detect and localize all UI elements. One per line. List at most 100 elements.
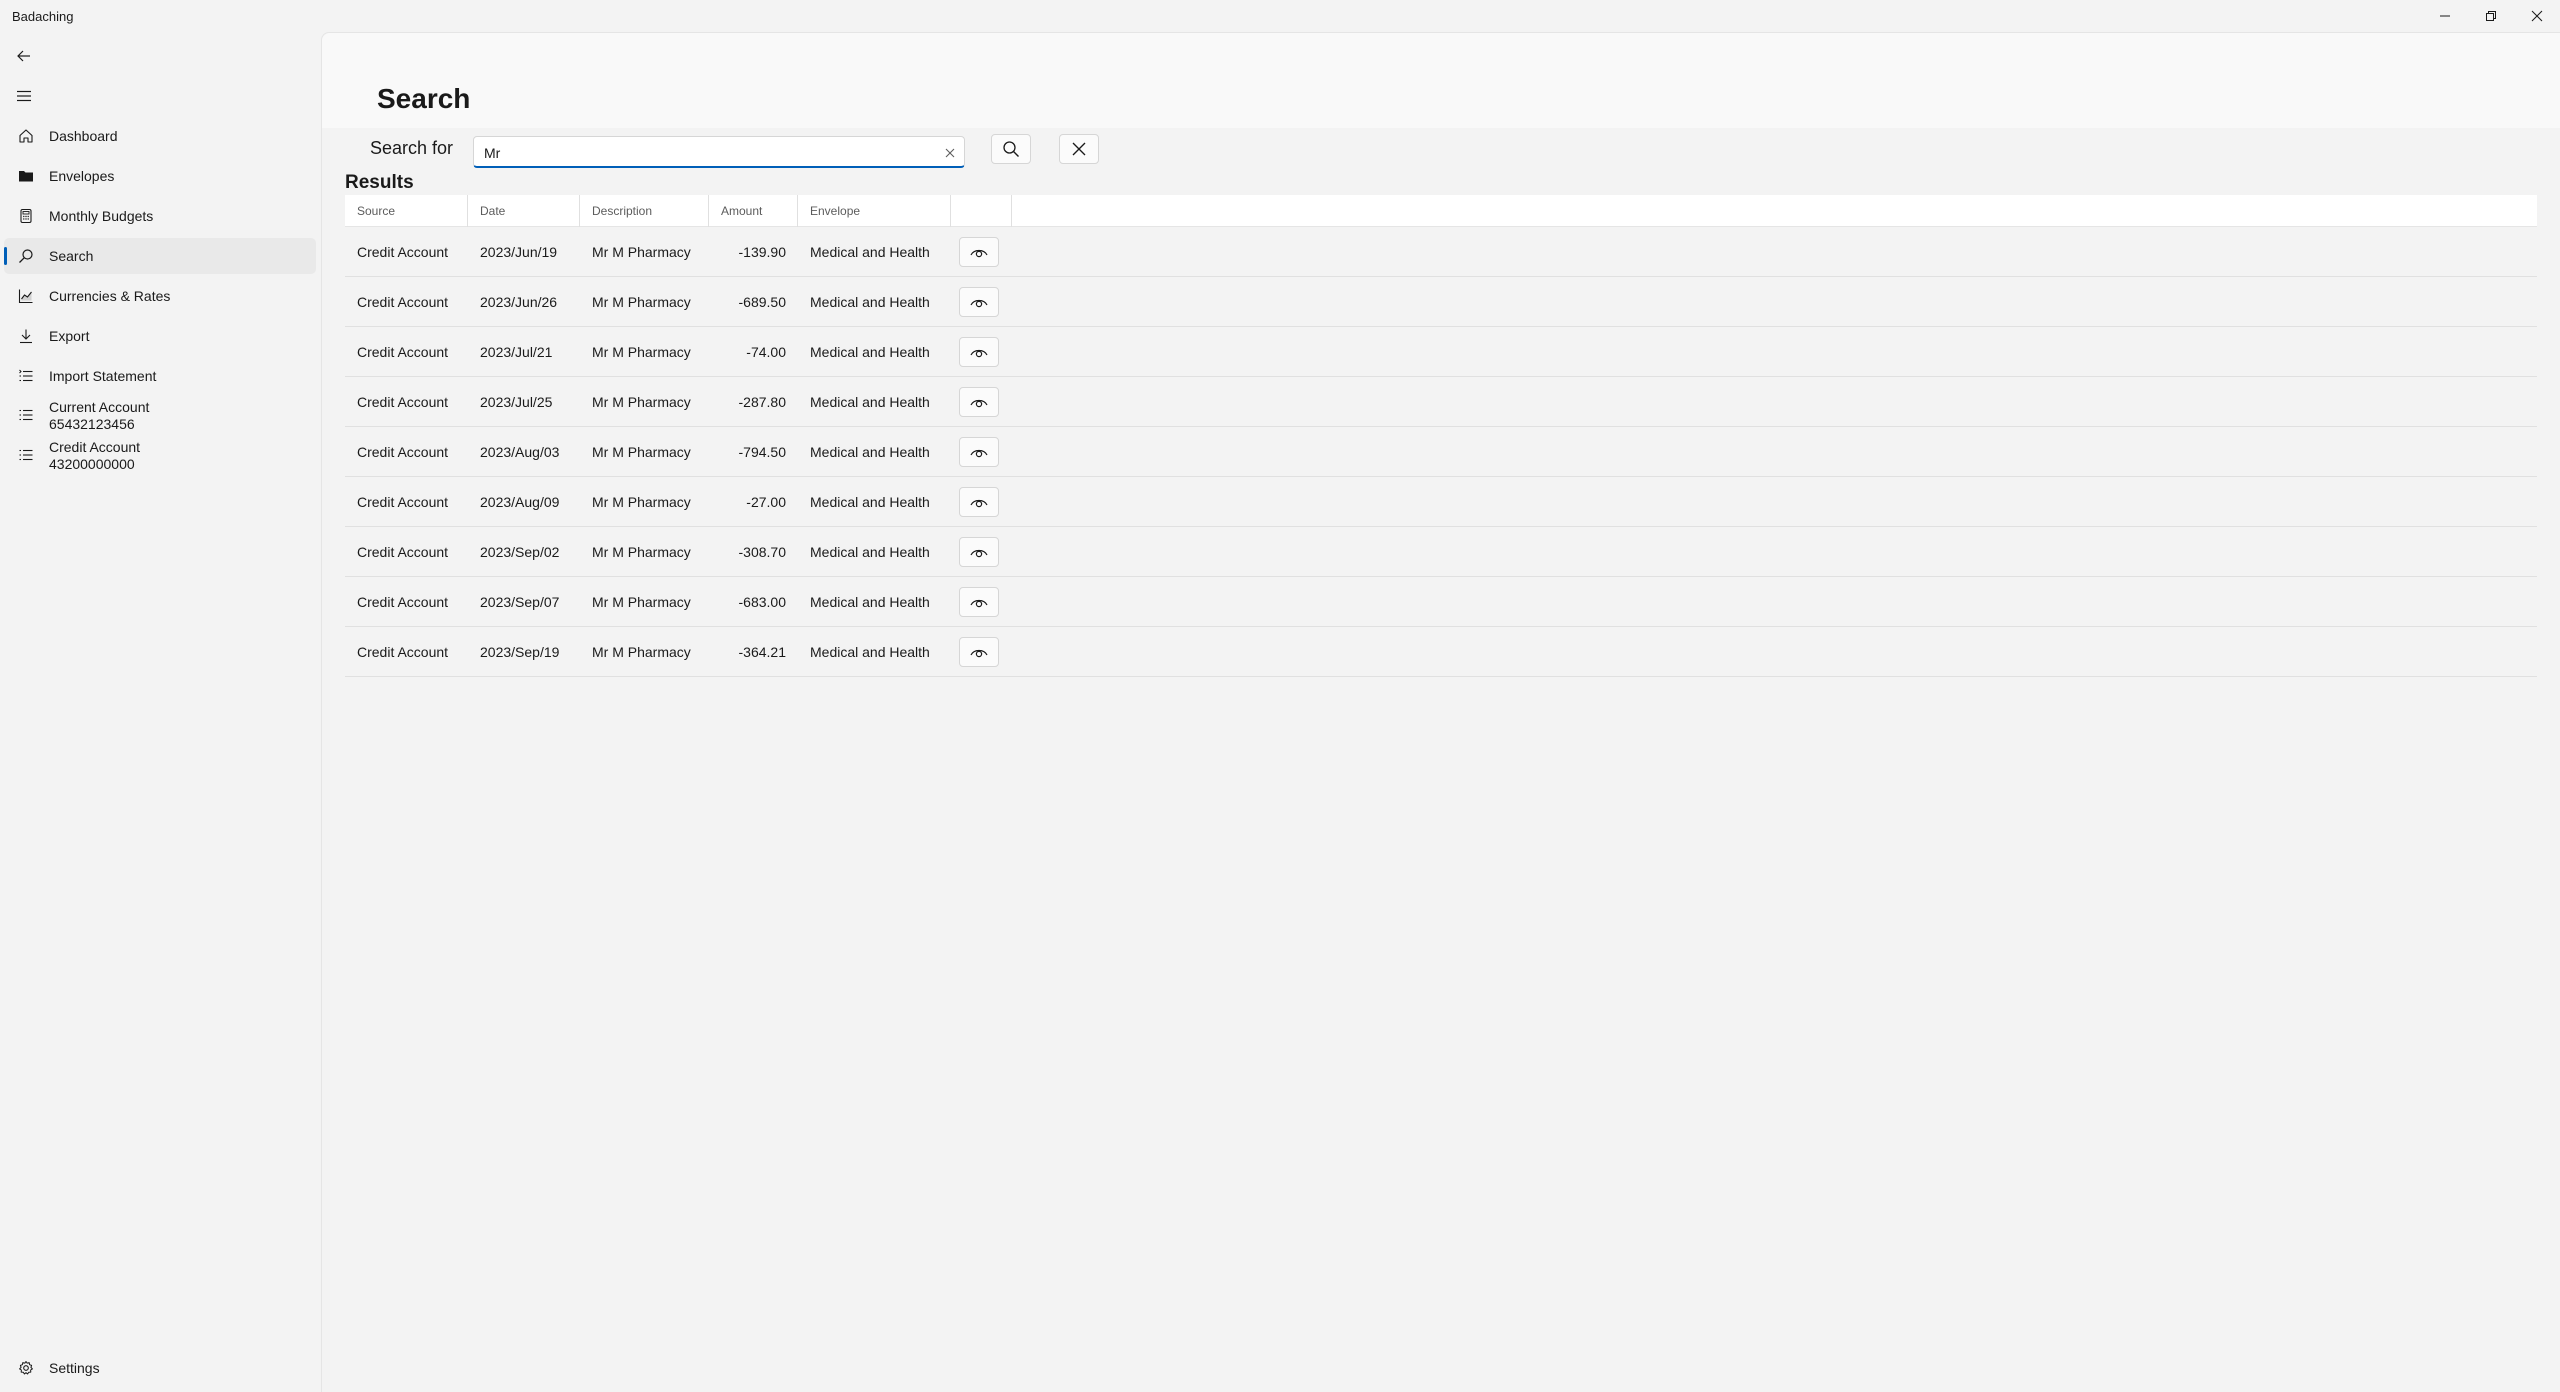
list-import-icon bbox=[16, 366, 36, 386]
search-box[interactable] bbox=[473, 136, 965, 168]
cell-source: Credit Account bbox=[357, 344, 449, 360]
cell-description: Mr M Pharmacy bbox=[592, 294, 691, 310]
account-number: 43200000000 bbox=[49, 456, 135, 472]
view-transaction-button[interactable] bbox=[959, 487, 999, 517]
search-input[interactable] bbox=[484, 144, 924, 162]
column-header-source[interactable]: Source bbox=[345, 195, 468, 227]
cell-amount: -683.00 bbox=[738, 594, 786, 610]
cell-date: 2023/Jun/19 bbox=[480, 244, 558, 260]
search-icon bbox=[1003, 141, 1019, 157]
nav-label: Envelopes bbox=[49, 167, 115, 184]
restore-button[interactable] bbox=[2468, 0, 2514, 32]
column-header-envelope[interactable]: Envelope bbox=[798, 195, 951, 227]
nav-item-import-statement[interactable]: Import Statement bbox=[4, 358, 316, 394]
cell-envelope: Medical and Health bbox=[810, 444, 930, 460]
account-name: Current Account bbox=[49, 399, 150, 415]
menu-toggle-button[interactable] bbox=[8, 80, 40, 112]
home-icon bbox=[16, 126, 36, 146]
view-transaction-button[interactable] bbox=[959, 337, 999, 367]
navigation-pane: Dashboard Envelopes Monthly Budgets Sear… bbox=[0, 32, 320, 1392]
cell-date: 2023/Jun/26 bbox=[480, 294, 558, 310]
eye-icon bbox=[970, 549, 988, 558]
view-transaction-button[interactable] bbox=[959, 237, 999, 267]
nav-item-credit-account[interactable]: Credit Account 43200000000 bbox=[4, 436, 316, 474]
results-table: Source Date Description Amount Envelope … bbox=[345, 195, 2537, 677]
eye-icon bbox=[970, 599, 988, 608]
eye-icon bbox=[970, 399, 988, 408]
cell-envelope: Medical and Health bbox=[810, 644, 930, 660]
cell-description: Mr M Pharmacy bbox=[592, 344, 691, 360]
cell-envelope: Medical and Health bbox=[810, 594, 930, 610]
calculator-icon bbox=[16, 206, 36, 226]
clear-input-button[interactable] bbox=[942, 145, 958, 161]
cell-date: 2023/Sep/02 bbox=[480, 544, 560, 560]
cell-amount: -794.50 bbox=[738, 444, 786, 460]
clear-icon bbox=[945, 148, 955, 158]
nav-item-settings[interactable]: Settings bbox=[4, 1350, 316, 1386]
cell-source: Credit Account bbox=[357, 644, 449, 660]
close-icon bbox=[1072, 142, 1086, 156]
nav-label: Currencies & Rates bbox=[49, 287, 171, 304]
table-row: Credit Account 2023/Sep/19 Mr M Pharmacy… bbox=[345, 627, 2537, 677]
cell-envelope: Medical and Health bbox=[810, 494, 930, 510]
view-transaction-button[interactable] bbox=[959, 437, 999, 467]
nav-label: Dashboard bbox=[49, 127, 118, 144]
close-window-button[interactable] bbox=[2514, 0, 2560, 32]
list-icon bbox=[16, 405, 36, 425]
nav-item-current-account[interactable]: Current Account 65432123456 bbox=[4, 396, 316, 434]
cell-amount: -27.00 bbox=[746, 494, 786, 510]
hamburger-icon bbox=[17, 90, 31, 102]
nav-label: Settings bbox=[49, 1359, 100, 1376]
app-title: Badaching bbox=[12, 9, 74, 24]
view-transaction-button[interactable] bbox=[959, 637, 999, 667]
cell-description: Mr M Pharmacy bbox=[592, 394, 691, 410]
account-number: 65432123456 bbox=[49, 416, 135, 432]
cell-description: Mr M Pharmacy bbox=[592, 594, 691, 610]
nav-item-dashboard[interactable]: Dashboard bbox=[4, 118, 316, 154]
back-button[interactable] bbox=[8, 40, 40, 72]
table-body: Credit Account 2023/Jun/19 Mr M Pharmacy… bbox=[345, 227, 2537, 677]
table-row: Credit Account 2023/Jun/26 Mr M Pharmacy… bbox=[345, 277, 2537, 327]
nav-item-export[interactable]: Export bbox=[4, 318, 316, 354]
table-header: Source Date Description Amount Envelope bbox=[345, 195, 2537, 227]
eye-icon bbox=[970, 499, 988, 508]
close-icon bbox=[2531, 10, 2543, 22]
table-row: Credit Account 2023/Sep/02 Mr M Pharmacy… bbox=[345, 527, 2537, 577]
eye-icon bbox=[970, 649, 988, 658]
cell-amount: -308.70 bbox=[738, 544, 786, 560]
column-header-actions bbox=[951, 195, 1012, 227]
table-row: Credit Account 2023/Aug/09 Mr M Pharmacy… bbox=[345, 477, 2537, 527]
column-header-description[interactable]: Description bbox=[580, 195, 709, 227]
nav-item-currencies-rates[interactable]: Currencies & Rates bbox=[4, 278, 316, 314]
nav-item-envelopes[interactable]: Envelopes bbox=[4, 158, 316, 194]
cell-description: Mr M Pharmacy bbox=[592, 494, 691, 510]
clear-search-button[interactable] bbox=[1059, 134, 1099, 164]
page-title: Search bbox=[377, 83, 471, 114]
column-header-amount[interactable]: Amount bbox=[709, 195, 798, 227]
view-transaction-button[interactable] bbox=[959, 537, 999, 567]
chart-icon bbox=[16, 286, 36, 306]
cell-description: Mr M Pharmacy bbox=[592, 244, 691, 260]
restore-icon bbox=[2486, 11, 2496, 21]
search-button[interactable] bbox=[991, 134, 1031, 164]
table-row: Credit Account 2023/Jul/21 Mr M Pharmacy… bbox=[345, 327, 2537, 377]
cell-date: 2023/Sep/19 bbox=[480, 644, 560, 660]
nav-item-search[interactable]: Search bbox=[4, 238, 316, 274]
header-band bbox=[322, 33, 2560, 128]
cell-envelope: Medical and Health bbox=[810, 544, 930, 560]
view-transaction-button[interactable] bbox=[959, 287, 999, 317]
eye-icon bbox=[970, 249, 988, 258]
cell-envelope: Medical and Health bbox=[810, 244, 930, 260]
cell-source: Credit Account bbox=[357, 494, 449, 510]
search-icon bbox=[16, 246, 36, 266]
account-name: Credit Account bbox=[49, 439, 141, 455]
view-transaction-button[interactable] bbox=[959, 387, 999, 417]
minimize-button[interactable] bbox=[2422, 0, 2468, 32]
minimize-icon bbox=[2440, 15, 2450, 17]
cell-description: Mr M Pharmacy bbox=[592, 644, 691, 660]
view-transaction-button[interactable] bbox=[959, 587, 999, 617]
column-header-date[interactable]: Date bbox=[468, 195, 580, 227]
nav-item-monthly-budgets[interactable]: Monthly Budgets bbox=[4, 198, 316, 234]
list-icon bbox=[16, 445, 36, 465]
cell-source: Credit Account bbox=[357, 594, 449, 610]
